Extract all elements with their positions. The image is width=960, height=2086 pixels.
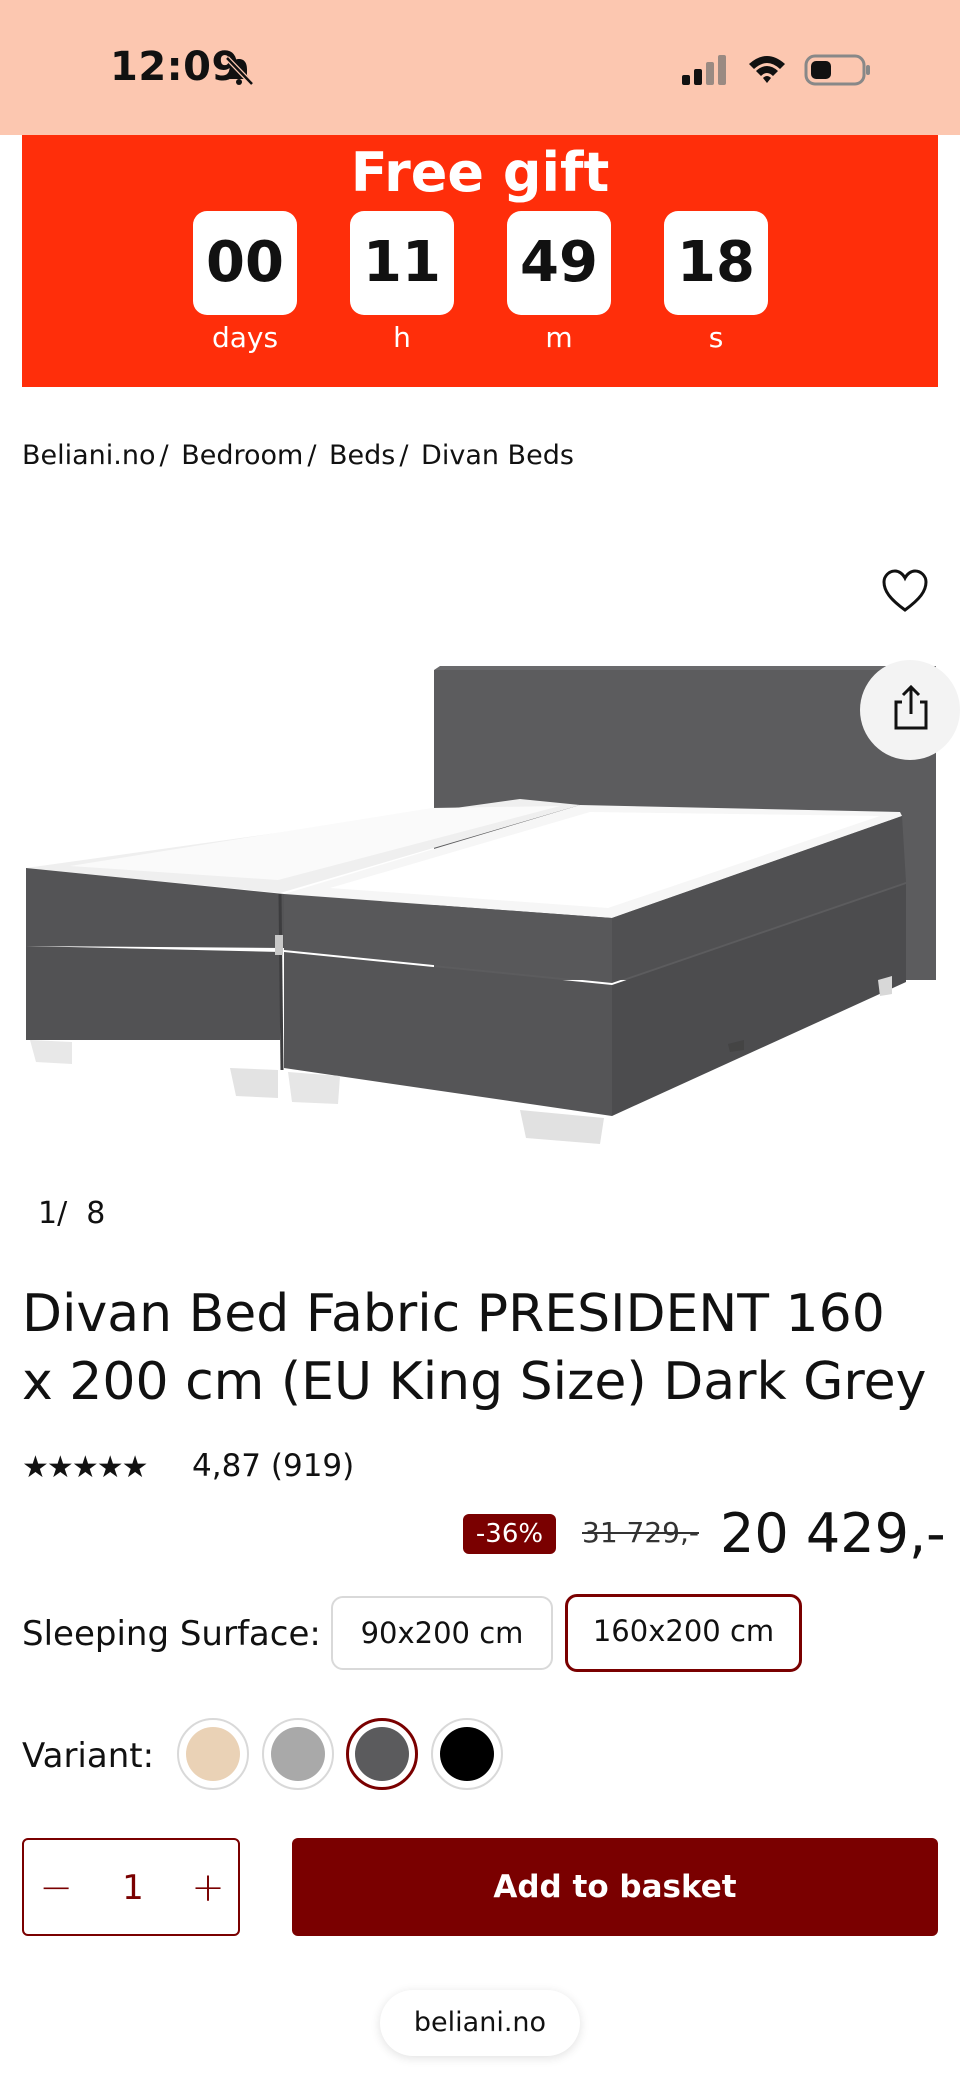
product-image[interactable] (0, 520, 960, 1180)
countdown-seconds: 18 (664, 211, 768, 315)
discount-badge: -36% (463, 1514, 556, 1554)
countdown-days-label: days (211, 321, 279, 354)
share-button[interactable] (860, 660, 960, 760)
quantity-stepper: − 1 + (22, 1838, 240, 1936)
variant-swatch-dark-grey[interactable] (346, 1718, 418, 1790)
sleeping-surface-label: Sleeping Surface: (22, 1614, 321, 1654)
countdown-days: 00 (193, 211, 297, 315)
product-title: Divan Bed Fabric PRESIDENT 160 x 200 cm … (22, 1284, 927, 1412)
breadcrumb: Beliani.no / Bedroom / Beds / Divan Beds (22, 440, 574, 471)
add-to-basket-button[interactable]: Add to basket (292, 1838, 938, 1936)
bell-muted-icon (225, 56, 254, 86)
browser-url-bar[interactable]: beliani.no (380, 1990, 580, 2056)
old-price: 31 729,- (582, 1516, 699, 1549)
battery-icon (804, 54, 870, 86)
countdown-minutes: 49 (507, 211, 611, 315)
variant-swatch-black[interactable] (431, 1718, 503, 1790)
breadcrumb-item-beds[interactable]: Beds (329, 440, 395, 471)
rating-stars: ★★★★★ (22, 1450, 149, 1485)
signal-icon (682, 55, 726, 85)
promo-title: Free gift (350, 141, 610, 204)
variant-color-dot (186, 1727, 240, 1781)
clock: 12:09 (110, 44, 240, 90)
pager-separator: / (57, 1196, 68, 1231)
rating-text: 4,87 (919) (192, 1448, 355, 1484)
pager-current: 1 (38, 1196, 58, 1231)
price: 20 429,- (720, 1502, 946, 1565)
quantity-increase-button[interactable]: + (184, 1864, 232, 1912)
breadcrumb-item-home[interactable]: Beliani.no (22, 440, 156, 471)
variant-label: Variant: (22, 1736, 155, 1776)
status-bar: 12:09 (0, 0, 960, 135)
quantity-value[interactable]: 1 (98, 1864, 168, 1912)
pager-total: 8 (86, 1196, 106, 1231)
star-icon: ★ (46, 1450, 74, 1485)
promo-banner[interactable]: Free gift 00 days 11 h 49 m 18 s (22, 135, 938, 387)
wifi-icon (749, 56, 785, 83)
countdown-seconds-label: s (708, 321, 724, 354)
breadcrumb-item-bedroom[interactable]: Bedroom (181, 440, 303, 471)
countdown-hours: 11 (350, 211, 454, 315)
star-icon: ★ (22, 1450, 49, 1485)
variant-color-dot (271, 1727, 325, 1781)
variant-color-dot (355, 1727, 409, 1781)
size-option-90x200[interactable]: 90x200 cm (331, 1596, 553, 1670)
breadcrumb-item-divan-beds[interactable]: Divan Beds (421, 440, 574, 471)
star-icon: ★ (96, 1450, 124, 1485)
variant-color-dot (440, 1727, 494, 1781)
share-icon (894, 684, 928, 730)
star-partial-icon: ★ (121, 1450, 149, 1485)
gallery-pager: 1/ 8 (38, 1196, 105, 1231)
variant-swatch-light-grey[interactable] (262, 1718, 334, 1790)
quantity-decrease-button[interactable]: − (32, 1864, 80, 1912)
countdown-minutes-label: m (545, 321, 573, 354)
wishlist-heart-icon[interactable] (880, 566, 930, 616)
size-option-160x200[interactable]: 160x200 cm (565, 1594, 802, 1672)
star-icon: ★ (71, 1450, 99, 1485)
variant-swatch-beige[interactable] (177, 1718, 249, 1790)
countdown-hours-label: h (393, 321, 411, 354)
